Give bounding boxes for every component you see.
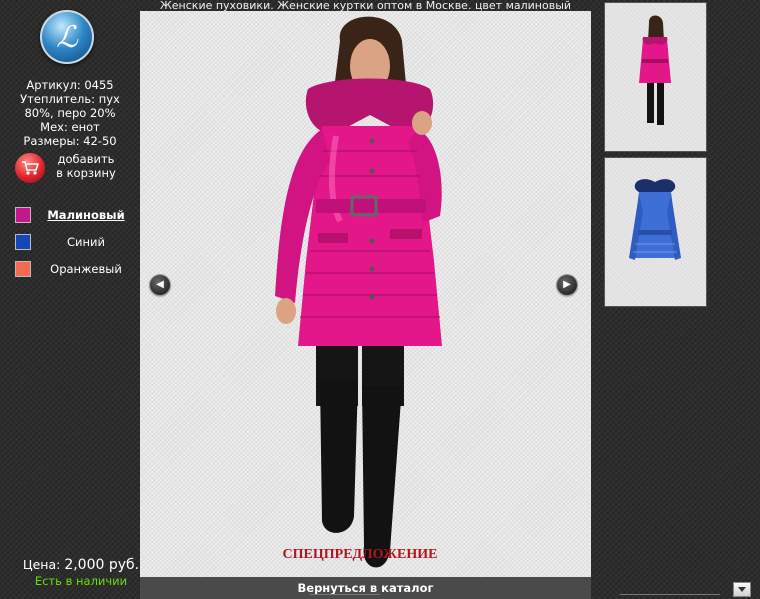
cart-icon [15, 153, 45, 183]
filling-line-2: 80%, перо 20% [24, 106, 116, 120]
color-option-blue[interactable]: Синий [15, 234, 135, 250]
price: Цена: 2,000 руб. [20, 557, 142, 573]
product-info: Артикул: 0455 Утеплитель: пух 80%, перо … [8, 78, 132, 148]
thumbnail-blue-image [629, 179, 681, 260]
next-image-button[interactable]: ▶ [557, 275, 577, 295]
color-label-orange[interactable]: Оранжевый [37, 261, 135, 277]
footer-divider-right [620, 594, 720, 595]
color-swatch-crimson [15, 207, 31, 223]
thumbnail-blue[interactable] [604, 157, 707, 307]
logo-glyph-icon: ℒ [56, 19, 78, 55]
article-number: Артикул: 0455 [26, 78, 114, 92]
color-swatch-orange [15, 261, 31, 277]
sizes: Размеры: 42-50 [23, 134, 117, 148]
stock-status: Есть в наличии [34, 574, 128, 588]
product-main-image: ◀ ▶ СПЕЦПРЕДЛОЖЕНИЕ [140, 11, 591, 577]
special-offer: СПЕЦПРЕДЛОЖЕНИЕ [282, 547, 438, 562]
color-swatch-blue [15, 234, 31, 250]
prev-image-button[interactable]: ◀ [150, 275, 170, 295]
bottom-bar: Вернуться в каталог [140, 577, 591, 599]
footer-divider-left [310, 594, 380, 595]
thumbnail-crimson-image [639, 15, 671, 125]
model-photo [275, 16, 442, 568]
scroll-down-button[interactable] [733, 582, 751, 597]
logo[interactable]: ℒ [40, 10, 94, 64]
page-title: Женские пуховики. Женские куртки оптом в… [159, 0, 572, 11]
thumbnail-crimson[interactable] [604, 2, 707, 152]
price-value: 2,000 руб. [64, 557, 140, 573]
fur-type: Мех: енот [40, 120, 100, 134]
color-option-orange[interactable]: Оранжевый [15, 261, 135, 277]
chevron-right-icon: ▶ [563, 279, 571, 290]
color-option-crimson[interactable]: Малиновый [15, 207, 135, 223]
back-to-catalog-link[interactable]: Вернуться в каталог [140, 581, 591, 595]
add-to-cart-line-1: добавить [57, 152, 115, 166]
add-to-cart-button[interactable]: добавить в корзину [14, 152, 134, 186]
chevron-left-icon: ◀ [156, 279, 164, 290]
add-to-cart-label: добавить в корзину [54, 152, 118, 180]
color-label-crimson[interactable]: Малиновый [37, 207, 135, 223]
add-to-cart-line-2: в корзину [56, 166, 116, 180]
price-label: Цена: [22, 557, 61, 572]
color-label-blue[interactable]: Синий [37, 234, 135, 250]
filling-line-1: Утеплитель: пух [20, 92, 120, 106]
